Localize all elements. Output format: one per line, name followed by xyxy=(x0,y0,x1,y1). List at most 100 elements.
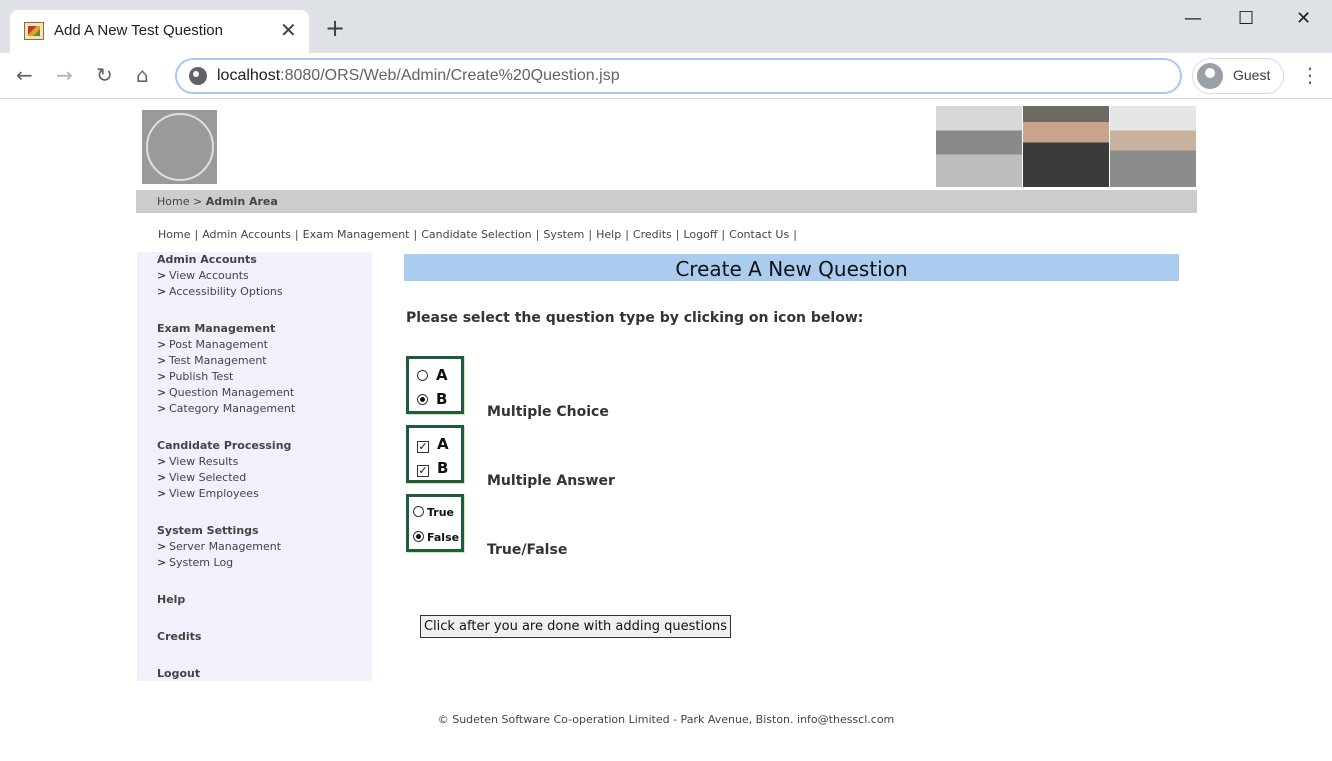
nav-contact-us[interactable]: Contact Us xyxy=(729,228,789,241)
sidebar-item-label: Post Management xyxy=(169,338,268,351)
sidebar-item-question-management[interactable]: > Question Management xyxy=(157,386,294,399)
nav-home[interactable]: Home xyxy=(158,228,190,241)
nav-logoff[interactable]: Logoff xyxy=(683,228,717,241)
address-bar[interactable]: localhost:8080/ORS/Web/Admin/Create%20Qu… xyxy=(175,58,1182,94)
checkbox-checked-icon: ✓ xyxy=(417,440,429,453)
sidebar-item-publish-test[interactable]: > Publish Test xyxy=(157,370,233,383)
nav-credits[interactable]: Credits xyxy=(633,228,672,241)
nav-separator: | xyxy=(194,228,199,241)
radio-empty-icon xyxy=(413,506,424,517)
radio-empty-icon xyxy=(417,370,428,381)
sidebar-item-label: View Results xyxy=(169,455,239,468)
url-host: localhost xyxy=(217,67,281,84)
multiple-answer-label[interactable]: Multiple Answer xyxy=(487,473,615,489)
nav-help[interactable]: Help xyxy=(596,228,621,241)
nav-admin-accounts[interactable]: Admin Accounts xyxy=(202,228,291,241)
avatar-icon xyxy=(1197,63,1223,89)
home-icon[interactable]: ⌂ xyxy=(136,63,149,87)
breadcrumb-home[interactable]: Home xyxy=(157,195,189,208)
nav-separator: | xyxy=(675,228,680,241)
sidebar-item-view-results[interactable]: > View Results xyxy=(157,455,238,468)
sidebar-item-category-management[interactable]: > Category Management xyxy=(157,402,295,415)
nav-separator: | xyxy=(793,228,797,241)
chevron-right-icon: > xyxy=(157,269,167,282)
chevron-right-icon: > xyxy=(157,540,167,553)
radio-selected-icon xyxy=(417,394,428,405)
header-banner-image xyxy=(936,106,1197,187)
banner-photo-colleagues xyxy=(1110,106,1197,187)
forward-icon[interactable]: → xyxy=(56,63,73,87)
sidebar-link-logout[interactable]: Logout xyxy=(157,667,200,680)
icon-option-false: False xyxy=(413,530,459,544)
checkbox-checked-icon: ✓ xyxy=(417,464,429,477)
icon-option-b: ✓ B xyxy=(417,459,448,477)
icon-option-a: A xyxy=(417,366,448,384)
sidebar-group-system-settings: System Settings xyxy=(157,524,259,537)
sidebar-group-admin-accounts: Admin Accounts xyxy=(157,253,257,266)
new-tab-button[interactable]: + xyxy=(325,16,345,40)
multiple-answer-icon[interactable]: ✓ A ✓ B xyxy=(406,425,464,483)
tab-close-icon[interactable]: ✕ xyxy=(280,18,297,42)
site-info-icon[interactable] xyxy=(189,67,207,85)
radio-selected-icon xyxy=(413,531,424,542)
reload-icon[interactable]: ↻ xyxy=(96,63,113,87)
multiple-choice-label[interactable]: Multiple Choice xyxy=(487,404,609,420)
sidebar-item-view-selected[interactable]: > View Selected xyxy=(157,471,246,484)
true-false-icon[interactable]: True False xyxy=(406,494,464,552)
sidebar-item-label: Category Management xyxy=(169,402,296,415)
chevron-right-icon: > xyxy=(157,402,167,415)
sidebar-link-help[interactable]: Help xyxy=(157,593,185,606)
chevron-right-icon: > xyxy=(157,285,167,298)
top-navigation: Home | Admin Accounts | Exam Management | Cand… xyxy=(158,228,801,241)
browser-tab-bar: Add A New Test Question ✕ + — ☐ ✕ xyxy=(0,0,1332,53)
chevron-right-icon: > xyxy=(157,338,167,351)
profile-button[interactable]: Guest xyxy=(1192,58,1284,94)
sidebar-item-test-management[interactable]: > Test Management xyxy=(157,354,267,367)
sidebar-group-candidate-processing: Candidate Processing xyxy=(157,439,292,452)
icon-option-label: False xyxy=(427,531,460,544)
back-icon[interactable]: ← xyxy=(16,63,33,87)
chevron-right-icon: > xyxy=(157,370,167,383)
banner-photo-woman xyxy=(1023,106,1110,187)
true-false-label[interactable]: True/False xyxy=(487,542,567,558)
banner-photo-office xyxy=(936,106,1023,187)
sidebar-link-credits[interactable]: Credits xyxy=(157,630,201,643)
icon-option-label: A xyxy=(437,435,449,453)
nav-separator: | xyxy=(721,228,726,241)
instructions-text: Please select the question type by click… xyxy=(406,310,864,326)
done-adding-questions-button[interactable]: Click after you are done with adding que… xyxy=(420,615,731,638)
nav-exam-management[interactable]: Exam Management xyxy=(303,228,410,241)
multiple-choice-icon[interactable]: A B xyxy=(406,356,464,414)
url-text: localhost:8080/ORS/Web/Admin/Create%20Qu… xyxy=(217,67,620,85)
icon-option-b: B xyxy=(417,390,447,408)
minimize-icon[interactable]: — xyxy=(1184,8,1202,29)
chevron-right-icon: > xyxy=(157,471,167,484)
page-title: Create A New Question xyxy=(675,257,908,281)
sidebar-item-view-employees[interactable]: > View Employees xyxy=(157,487,259,500)
sidebar-item-view-accounts[interactable]: > View Accounts xyxy=(157,269,249,282)
sidebar-item-label: Publish Test xyxy=(169,370,234,383)
nav-candidate-selection[interactable]: Candidate Selection xyxy=(421,228,531,241)
sidebar-item-label: Test Management xyxy=(169,354,267,367)
sidebar-item-label: View Selected xyxy=(169,471,247,484)
chevron-right-icon: > xyxy=(157,556,167,569)
nav-separator: | xyxy=(413,228,418,241)
sidebar-item-accessibility-options[interactable]: > Accessibility Options xyxy=(157,285,283,298)
icon-option-label: B xyxy=(436,390,448,408)
icon-option-a: ✓ A xyxy=(417,435,449,453)
sidebar-item-post-management[interactable]: > Post Management xyxy=(157,338,268,351)
sidebar-item-label: Accessibility Options xyxy=(169,285,283,298)
sidebar-item-label: Question Management xyxy=(169,386,295,399)
breadcrumb: Home > Admin Area xyxy=(136,190,1197,213)
sidebar-item-system-log[interactable]: > System Log xyxy=(157,556,233,569)
sidebar-item-server-management[interactable]: > Server Management xyxy=(157,540,281,553)
browser-tab[interactable]: Add A New Test Question ✕ xyxy=(10,10,309,53)
window-close-icon[interactable]: ✕ xyxy=(1296,8,1311,29)
browser-menu-icon[interactable]: ⋮ xyxy=(1300,63,1320,87)
maximize-icon[interactable]: ☐ xyxy=(1238,8,1254,29)
chevron-right-icon: > xyxy=(157,455,167,468)
chevron-right-icon: > xyxy=(157,487,167,500)
sidebar: Admin Accounts > View Accounts > Accessibi… xyxy=(137,252,372,681)
nav-system[interactable]: System xyxy=(543,228,584,241)
icon-option-true: True xyxy=(413,505,454,519)
